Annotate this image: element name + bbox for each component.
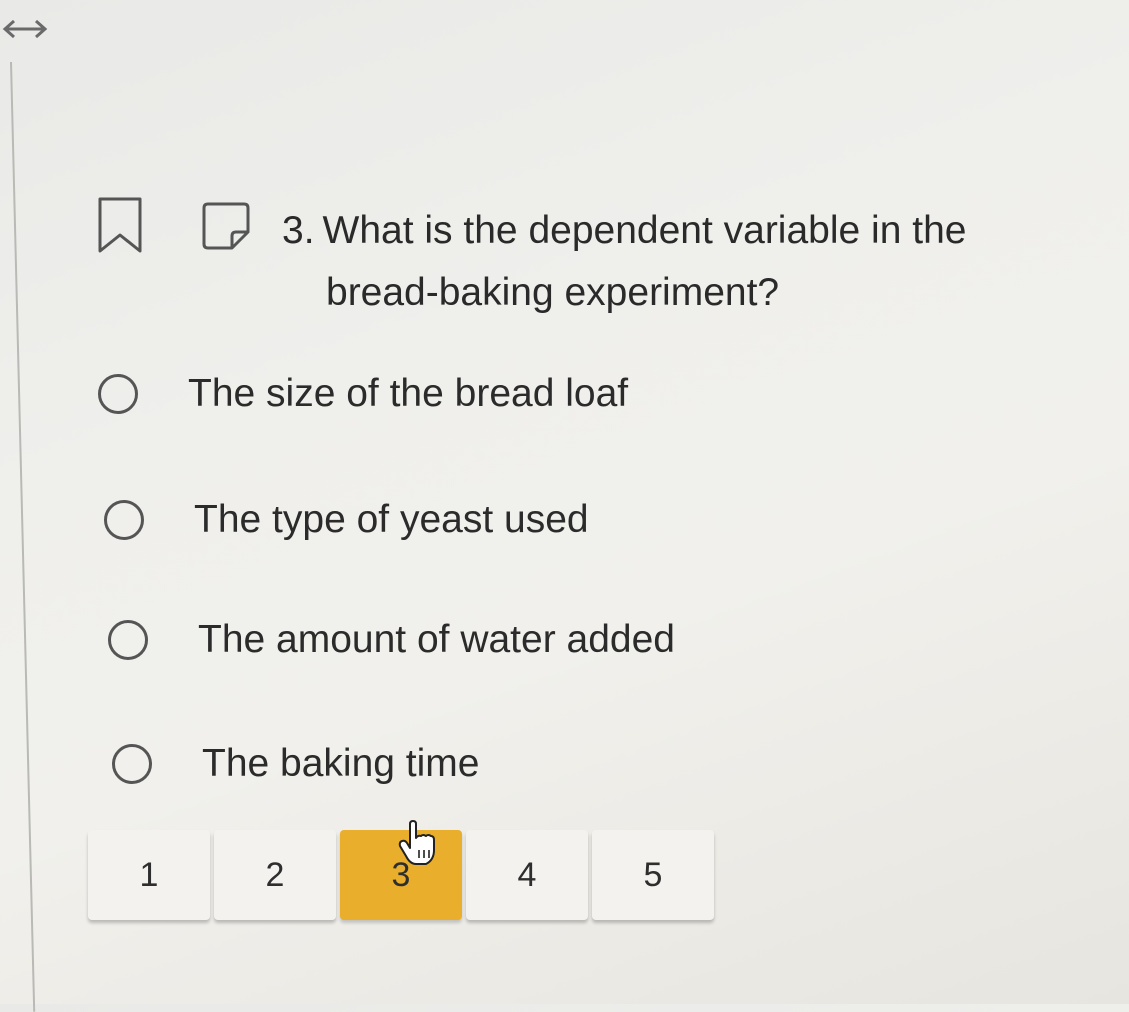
- question-pagination: 1 2 3 4 5: [88, 830, 718, 926]
- answer-label: The type of yeast used: [194, 498, 589, 541]
- answer-choice-4[interactable]: The baking time: [112, 742, 479, 786]
- resize-horizontal-icon[interactable]: [0, 14, 50, 44]
- radio-button[interactable]: [112, 744, 152, 784]
- radio-button[interactable]: [108, 620, 148, 660]
- answer-choice-3[interactable]: The amount of water added: [108, 618, 675, 662]
- radio-button[interactable]: [98, 374, 138, 414]
- left-border-line: [10, 61, 36, 1012]
- page-button-3-active[interactable]: 3: [340, 830, 462, 920]
- answer-label: The size of the bread loaf: [188, 372, 629, 415]
- question-text: 3. What is the dependent variable in the …: [282, 200, 1082, 324]
- question-line-2: bread-baking experiment?: [326, 271, 780, 314]
- radio-button[interactable]: [104, 500, 144, 540]
- page-button-5[interactable]: 5: [592, 830, 714, 920]
- answer-choice-1[interactable]: The size of the bread loaf: [98, 372, 628, 416]
- question-line-1: What is the dependent variable in the: [322, 209, 967, 252]
- note-icon[interactable]: [200, 200, 252, 252]
- answer-choice-2[interactable]: The type of yeast used: [104, 498, 589, 542]
- page-button-4[interactable]: 4: [466, 830, 588, 920]
- bookmark-icon[interactable]: [95, 195, 145, 255]
- answer-label: The amount of water added: [198, 618, 675, 661]
- question-number: 3.: [282, 209, 315, 252]
- page-button-2[interactable]: 2: [214, 830, 336, 920]
- answer-label: The baking time: [202, 742, 480, 785]
- page-button-1[interactable]: 1: [88, 830, 210, 920]
